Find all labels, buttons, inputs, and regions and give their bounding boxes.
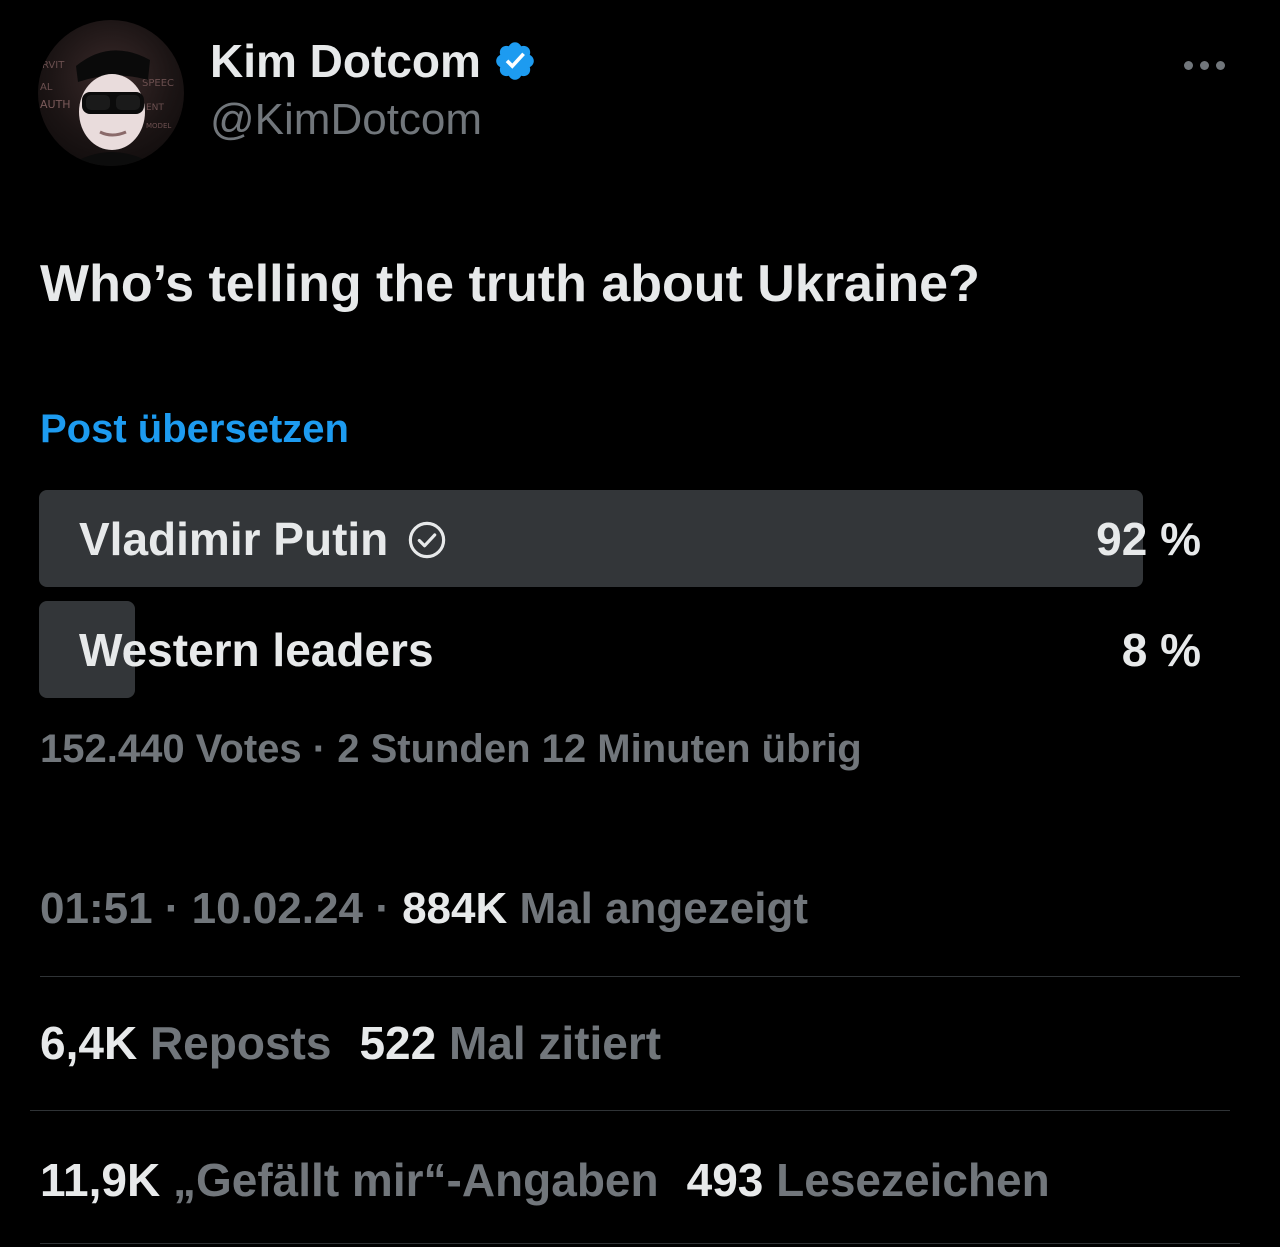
divider [40, 976, 1240, 977]
reposts-count: 6,4K [40, 1017, 138, 1069]
likes-stats-row: 11,9K „Gefällt mir“-Angaben 493 Lesezeic… [40, 1153, 1050, 1207]
bookmarks-label: Lesezeichen [776, 1154, 1050, 1206]
quotes-stat[interactable]: 522 Mal zitiert [359, 1016, 661, 1070]
post-time[interactable]: 01:51 [40, 884, 153, 933]
timestamp-line: 01:51 · 10.02.24 · 884K Mal angezeigt [40, 884, 808, 934]
divider [30, 1110, 1230, 1111]
user-handle[interactable]: @KimDotcom [210, 98, 482, 142]
display-name[interactable]: Kim Dotcom [210, 38, 481, 84]
poll-option-label: Vladimir Putin [79, 490, 448, 587]
reposts-label: Reposts [149, 1017, 332, 1069]
quotes-label: Mal zitiert [448, 1017, 662, 1069]
poll-option-label: Western leaders [79, 601, 434, 698]
likes-count: 11,9K [40, 1154, 161, 1206]
poll-option-western-leaders[interactable]: Western leaders 8 % [39, 601, 1209, 698]
svg-text:AL: AL [40, 82, 53, 93]
tweet-text: Who’s telling the truth about Ukraine? [40, 255, 980, 313]
tweet-header: RVIT AL AUTH SPEEC ENT MODEL Kim Dotcom [38, 20, 1248, 166]
svg-text:MODEL: MODEL [146, 122, 171, 130]
likes-stat[interactable]: 11,9K „Gefällt mir“-Angaben [40, 1153, 659, 1207]
poll-option-text: Vladimir Putin [79, 512, 389, 565]
poll-option-percent: 92 % [1096, 512, 1201, 565]
views-label: Mal angezeigt [519, 884, 809, 933]
repost-stats-row: 6,4K Reposts 522 Mal zitiert [40, 1016, 661, 1070]
divider [40, 1243, 1240, 1244]
poll-votes-remaining: 152.440 Votes · 2 Stunden 12 Minuten übr… [40, 727, 862, 771]
profile-photo: RVIT AL AUTH SPEEC ENT MODEL [40, 50, 174, 166]
bookmarks-stat[interactable]: 493 Lesezeichen [687, 1153, 1050, 1207]
poll-option-putin[interactable]: Vladimir Putin 92 % [39, 490, 1209, 587]
svg-text:RVIT: RVIT [42, 60, 65, 71]
bookmarks-count: 493 [686, 1154, 764, 1206]
avatar[interactable]: RVIT AL AUTH SPEEC ENT MODEL [38, 20, 184, 166]
poll-option-text: Western leaders [79, 623, 434, 676]
translate-post-link[interactable]: Post übersetzen [40, 407, 349, 451]
more-options-button[interactable] [1174, 50, 1234, 80]
name-row: Kim Dotcom [210, 38, 537, 84]
more-horizontal-icon [1215, 60, 1225, 70]
post-date[interactable]: 10.02.24 [192, 884, 363, 933]
more-horizontal-icon [1199, 60, 1209, 70]
reposts-stat[interactable]: 6,4K Reposts [40, 1016, 331, 1070]
verified-badge-icon[interactable] [493, 39, 537, 83]
poll-option-percent: 8 % [1121, 623, 1201, 676]
svg-text:ENT: ENT [146, 103, 164, 113]
quotes-count: 522 [359, 1017, 437, 1069]
separator: · [375, 884, 390, 933]
more-horizontal-icon [1183, 60, 1193, 70]
separator: · [164, 884, 180, 933]
views-count: 884K [402, 884, 508, 933]
check-circle-icon [406, 518, 448, 560]
svg-text:AUTH: AUTH [40, 98, 71, 111]
likes-label: „Gefällt mir“-Angaben [173, 1154, 659, 1206]
